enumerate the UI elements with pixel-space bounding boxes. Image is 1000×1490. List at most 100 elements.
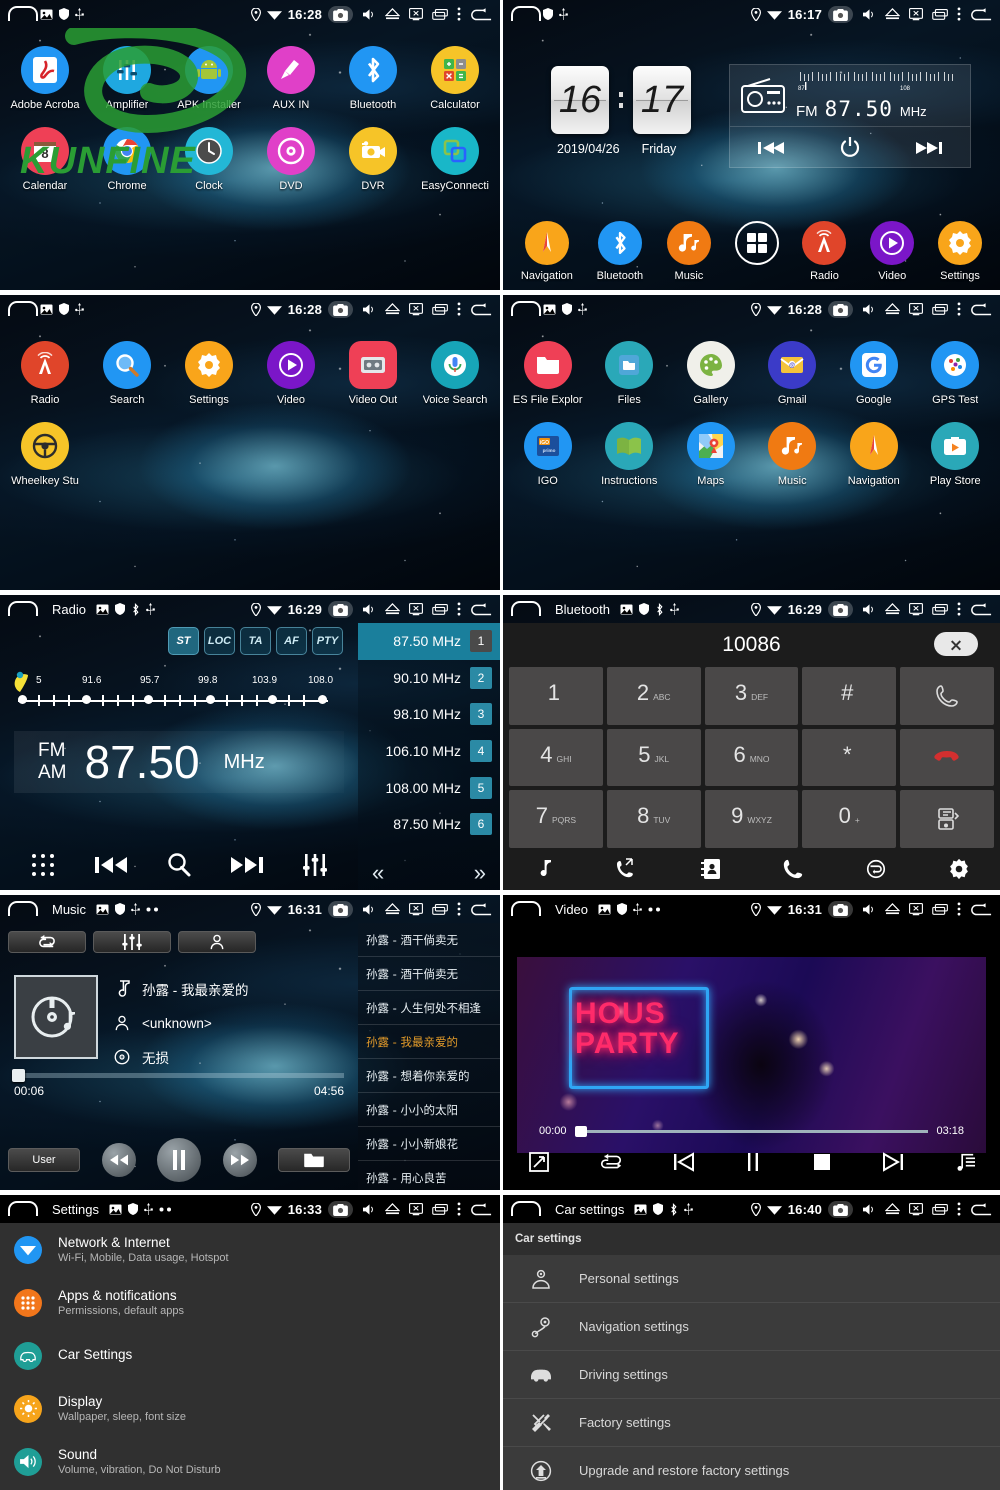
video-seek-thumb[interactable] <box>574 1125 587 1137</box>
setting-sound[interactable]: Sound Volume, vibration, Do Not Disturb <box>0 1435 500 1488</box>
status-right-icons[interactable] <box>857 602 992 616</box>
camera-icon[interactable] <box>828 600 853 618</box>
tuner-pin-icon[interactable] <box>11 666 29 692</box>
playlist-item[interactable]: 孙露 - 用心良苦 <box>358 1161 500 1190</box>
equalizer-icon[interactable] <box>302 852 328 878</box>
app-easyconnection[interactable]: EasyConnecti <box>414 121 496 192</box>
playlist-item[interactable]: 孙露 - 酒干倘卖无 <box>358 957 500 991</box>
key-2[interactable]: 2 ABC <box>606 667 701 725</box>
music-seek[interactable]: 00:06 04:56 <box>12 1069 344 1098</box>
camera-icon[interactable] <box>328 1200 353 1218</box>
app-igo[interactable]: iGO primo IGO <box>507 416 589 487</box>
app-radio[interactable]: Radio <box>4 335 86 406</box>
dock-radio[interactable]: Radio <box>802 215 847 282</box>
radio-preset-6[interactable]: 87.50 MHz 6 <box>358 806 500 843</box>
prev-track-icon[interactable] <box>673 1152 695 1172</box>
status-right-icons[interactable] <box>857 1202 992 1216</box>
app-clock[interactable]: Clock <box>168 121 250 192</box>
next-track-icon[interactable] <box>882 1152 904 1172</box>
radio-preset-2[interactable]: 90.10 MHz 2 <box>358 660 500 697</box>
app-navigation[interactable]: Navigation <box>833 416 915 487</box>
video-seek[interactable]: 00:00 03:18 <box>539 1125 964 1137</box>
power-icon[interactable] <box>839 136 861 159</box>
playlist-icon[interactable] <box>953 1152 976 1172</box>
playlist-item[interactable]: 孙露 - 人生何处不相逢 <box>358 991 500 1025</box>
camera-icon[interactable] <box>828 5 853 23</box>
playlist-item[interactable]: 孙露 - 小小新娘花 <box>358 1127 500 1161</box>
key-star[interactable]: * <box>802 728 897 787</box>
key-6[interactable]: 6 MNO <box>704 728 799 787</box>
status-right-icons[interactable] <box>857 7 992 21</box>
dock-music[interactable]: Music <box>666 215 711 282</box>
setting-apps-notifications[interactable]: Apps & notifications Permissions, default… <box>0 1276 500 1329</box>
car-setting-personal[interactable]: Personal settings <box>503 1255 1000 1303</box>
dialpad-phone-icon[interactable] <box>782 858 804 880</box>
app-amplifier[interactable]: Amplifier <box>86 40 168 111</box>
camera-icon[interactable] <box>828 300 853 318</box>
app-instructions[interactable]: Instructions <box>589 416 671 487</box>
eq-preset-button[interactable]: User <box>8 1148 80 1172</box>
app-wheelkey-study[interactable]: Wheelkey Stu <box>4 416 86 487</box>
music-playlist[interactable]: 孙露 - 酒干倘卖无 孙露 - 酒干倘卖无 孙露 - 人生何处不相逢 孙露 - … <box>358 923 500 1190</box>
app-bluetooth[interactable]: Bluetooth <box>332 40 414 111</box>
dock-video[interactable]: Video <box>870 215 915 282</box>
band-fm[interactable]: FM <box>38 740 67 762</box>
radio-btn-ta[interactable]: TA <box>240 627 271 655</box>
next-track-icon[interactable] <box>231 855 263 875</box>
key-9[interactable]: 9 WXYZ <box>704 790 799 848</box>
app-calculator[interactable]: Calculator <box>414 40 496 111</box>
key-0[interactable]: 0 + <box>802 790 897 848</box>
home-icon[interactable] <box>8 901 38 916</box>
app-dvd[interactable]: DVD <box>250 121 332 192</box>
home-icon[interactable] <box>8 6 38 21</box>
app-files[interactable]: Files <box>589 335 671 406</box>
key-1[interactable]: 1 <box>509 667 603 725</box>
camera-icon[interactable] <box>328 600 353 618</box>
preset-next-page[interactable]: » <box>474 860 486 886</box>
status-right-icons[interactable] <box>357 602 492 616</box>
app-maps[interactable]: Maps <box>670 416 752 487</box>
preset-prev-page[interactable]: « <box>372 860 384 886</box>
scan-search-icon[interactable] <box>166 852 192 878</box>
radio-btn-st[interactable]: ST <box>168 627 199 655</box>
app-aux-in[interactable]: AUX IN <box>250 40 332 111</box>
key-3[interactable]: 3 DEF <box>704 667 799 725</box>
gear-icon[interactable] <box>948 858 970 880</box>
radio-btn-pty[interactable]: PTY <box>312 627 343 655</box>
app-settings[interactable]: Settings <box>168 335 250 406</box>
video-surface[interactable]: HOUS PARTY 00:00 03:18 <box>517 957 986 1153</box>
camera-icon[interactable] <box>328 900 353 918</box>
playlist-item[interactable]: 孙露 - 小小的太阳 <box>358 1093 500 1127</box>
transfer-button[interactable] <box>900 790 994 848</box>
sync-icon[interactable] <box>865 858 887 880</box>
seek-bar[interactable] <box>12 1069 344 1082</box>
repeat-mode-button[interactable] <box>8 931 86 953</box>
app-calendar[interactable]: 8 Calendar <box>4 121 86 192</box>
bt-music-icon[interactable] <box>533 858 555 880</box>
key-4[interactable]: 4 GHI <box>509 728 603 787</box>
app-es-file-explorer[interactable]: ES File Explor <box>507 335 589 406</box>
status-right-icons[interactable] <box>857 302 992 316</box>
home-icon[interactable] <box>511 301 541 316</box>
playlist-item[interactable]: 孙露 - 酒干倘卖无 <box>358 923 500 957</box>
app-adobe-acrobat[interactable]: Adobe Acroba <box>4 40 86 111</box>
camera-icon[interactable] <box>328 5 353 23</box>
key-8[interactable]: 8 TUV <box>606 790 701 848</box>
home-icon[interactable] <box>8 301 38 316</box>
prev-icon[interactable] <box>757 141 784 155</box>
status-right-icons[interactable] <box>357 302 492 316</box>
contacts-icon[interactable] <box>701 858 721 880</box>
rewind-button[interactable] <box>101 1143 136 1177</box>
pause-icon[interactable] <box>744 1152 762 1172</box>
app-gps-test[interactable]: GPS Test <box>915 335 997 406</box>
setting-network-internet[interactable]: Network & Internet Wi-Fi, Mobile, Data us… <box>0 1223 500 1276</box>
band-selector[interactable]: FM AM <box>38 740 67 784</box>
app-voice-search[interactable]: Voice Search <box>414 335 496 406</box>
status-right-icons[interactable] <box>357 1202 492 1216</box>
app-music[interactable]: Music <box>752 416 834 487</box>
home-icon[interactable] <box>8 1201 38 1216</box>
key-hash[interactable]: # <box>802 667 897 725</box>
car-setting-upgrade[interactable]: Upgrade and restore factory settings <box>503 1447 1000 1490</box>
equalizer-button[interactable] <box>93 931 171 953</box>
video-seek-bar[interactable] <box>574 1125 929 1137</box>
